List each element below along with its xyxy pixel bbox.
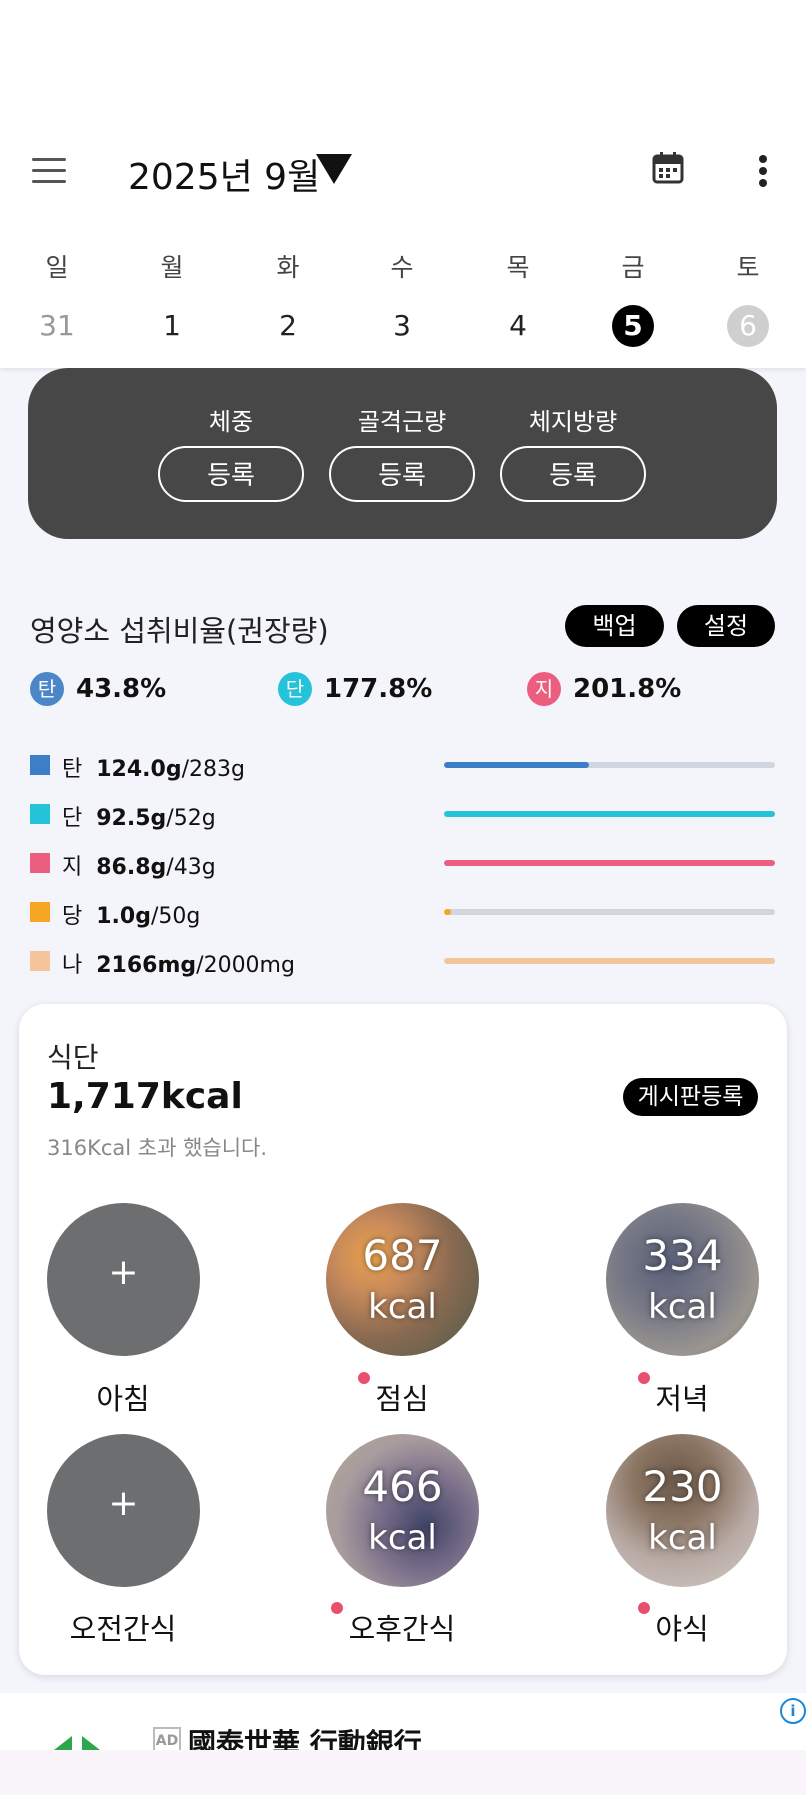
date-cell[interactable]: 4 xyxy=(494,306,542,346)
sodium-progress-bar xyxy=(444,958,775,964)
carb-progress-bar xyxy=(444,762,775,768)
fat-row-text: 지 86.8g/43g xyxy=(62,855,216,880)
weight-label: 체중 xyxy=(208,408,254,436)
dinner-label: 저녁 xyxy=(655,1382,709,1416)
fat-icon: 지 xyxy=(527,672,561,706)
protein-legend-square xyxy=(30,804,50,824)
meal-over-text: 316Kcal 초과 했습니다. xyxy=(47,1136,268,1160)
weekday-sat: 토 xyxy=(736,253,760,282)
carb-icon: 탄 xyxy=(30,672,64,706)
date-cell-selected[interactable]: 5 xyxy=(612,305,654,347)
carb-ratio: 43.8% xyxy=(76,674,167,704)
weekday-thu: 목 xyxy=(506,253,530,282)
fat-legend-square xyxy=(30,853,50,873)
sodium-row-text: 나 2166mg/2000mg xyxy=(62,953,295,978)
ad-bottom-strip xyxy=(0,1750,806,1795)
afternoon-snack-label: 오후간식 xyxy=(348,1612,456,1646)
meal-total-kcal: 1,717kcal xyxy=(47,1076,243,1117)
muscle-mass-label: 골격근량 xyxy=(357,408,447,436)
weekday-sun: 일 xyxy=(45,253,69,282)
sugar-legend-square xyxy=(30,902,50,922)
plus-icon: + xyxy=(108,1483,139,1524)
late-night-snack-photo-button[interactable]: 230 kcal xyxy=(606,1434,759,1587)
settings-button[interactable]: 설정 xyxy=(677,605,775,647)
fat-progress-bar xyxy=(444,860,775,866)
breakfast-add-button[interactable]: + xyxy=(47,1203,200,1356)
date-cell[interactable]: 3 xyxy=(378,306,426,346)
carb-legend-square xyxy=(30,755,50,775)
weekday-mon: 월 xyxy=(160,253,184,282)
weekday-fri: 금 xyxy=(621,253,645,282)
plus-icon: + xyxy=(108,1252,139,1293)
calendar-icon[interactable] xyxy=(651,151,685,185)
board-register-button[interactable]: 게시판등록 xyxy=(623,1078,758,1116)
date-cell[interactable]: 2 xyxy=(264,306,312,346)
dinner-photo-button[interactable]: 334 kcal xyxy=(606,1203,759,1356)
muscle-register-button[interactable]: 등록 xyxy=(329,446,475,502)
weekday-tue: 화 xyxy=(276,253,300,282)
lunch-photo-button[interactable]: 687 kcal xyxy=(326,1203,479,1356)
fat-ratio: 201.8% xyxy=(573,674,682,704)
backup-button[interactable]: 백업 xyxy=(565,605,664,647)
body-fat-label: 체지방량 xyxy=(528,408,618,436)
nutrition-title: 영양소 섭취비율(권장량) xyxy=(30,614,329,648)
protein-row-text: 단 92.5g/52g xyxy=(62,806,216,831)
protein-ratio: 177.8% xyxy=(324,674,433,704)
lunch-label: 점심 xyxy=(375,1382,429,1416)
weekday-wed: 수 xyxy=(390,253,414,282)
morning-snack-add-button[interactable]: + xyxy=(47,1434,200,1587)
protein-icon: 단 xyxy=(278,672,312,706)
bank-logo-icon xyxy=(54,1734,100,1750)
dropdown-arrow-icon[interactable] xyxy=(316,154,352,184)
menu-icon[interactable] xyxy=(30,154,70,188)
info-icon[interactable]: i xyxy=(780,1698,806,1724)
meal-title: 식단 xyxy=(47,1041,99,1074)
afternoon-snack-photo-button[interactable]: 466 kcal xyxy=(326,1434,479,1587)
date-cell[interactable]: 1 xyxy=(148,306,196,346)
sugar-progress-bar xyxy=(444,909,775,915)
more-vert-icon[interactable] xyxy=(756,154,770,188)
breakfast-label: 아침 xyxy=(96,1382,150,1416)
morning-snack-label: 오전간식 xyxy=(69,1612,177,1646)
month-selector[interactable]: 2025년 9월 xyxy=(128,148,320,200)
protein-progress-bar xyxy=(444,811,775,817)
sugar-row-text: 당 1.0g/50g xyxy=(62,904,201,929)
late-night-snack-label: 야식 xyxy=(655,1612,709,1646)
date-cell-today[interactable]: 6 xyxy=(727,305,769,347)
bodyfat-register-button[interactable]: 등록 xyxy=(500,446,646,502)
weight-register-button[interactable]: 등록 xyxy=(158,446,304,502)
sodium-legend-square xyxy=(30,951,50,971)
carb-row-text: 탄 124.0g/283g xyxy=(62,757,245,782)
date-cell[interactable]: 31 xyxy=(33,306,81,346)
